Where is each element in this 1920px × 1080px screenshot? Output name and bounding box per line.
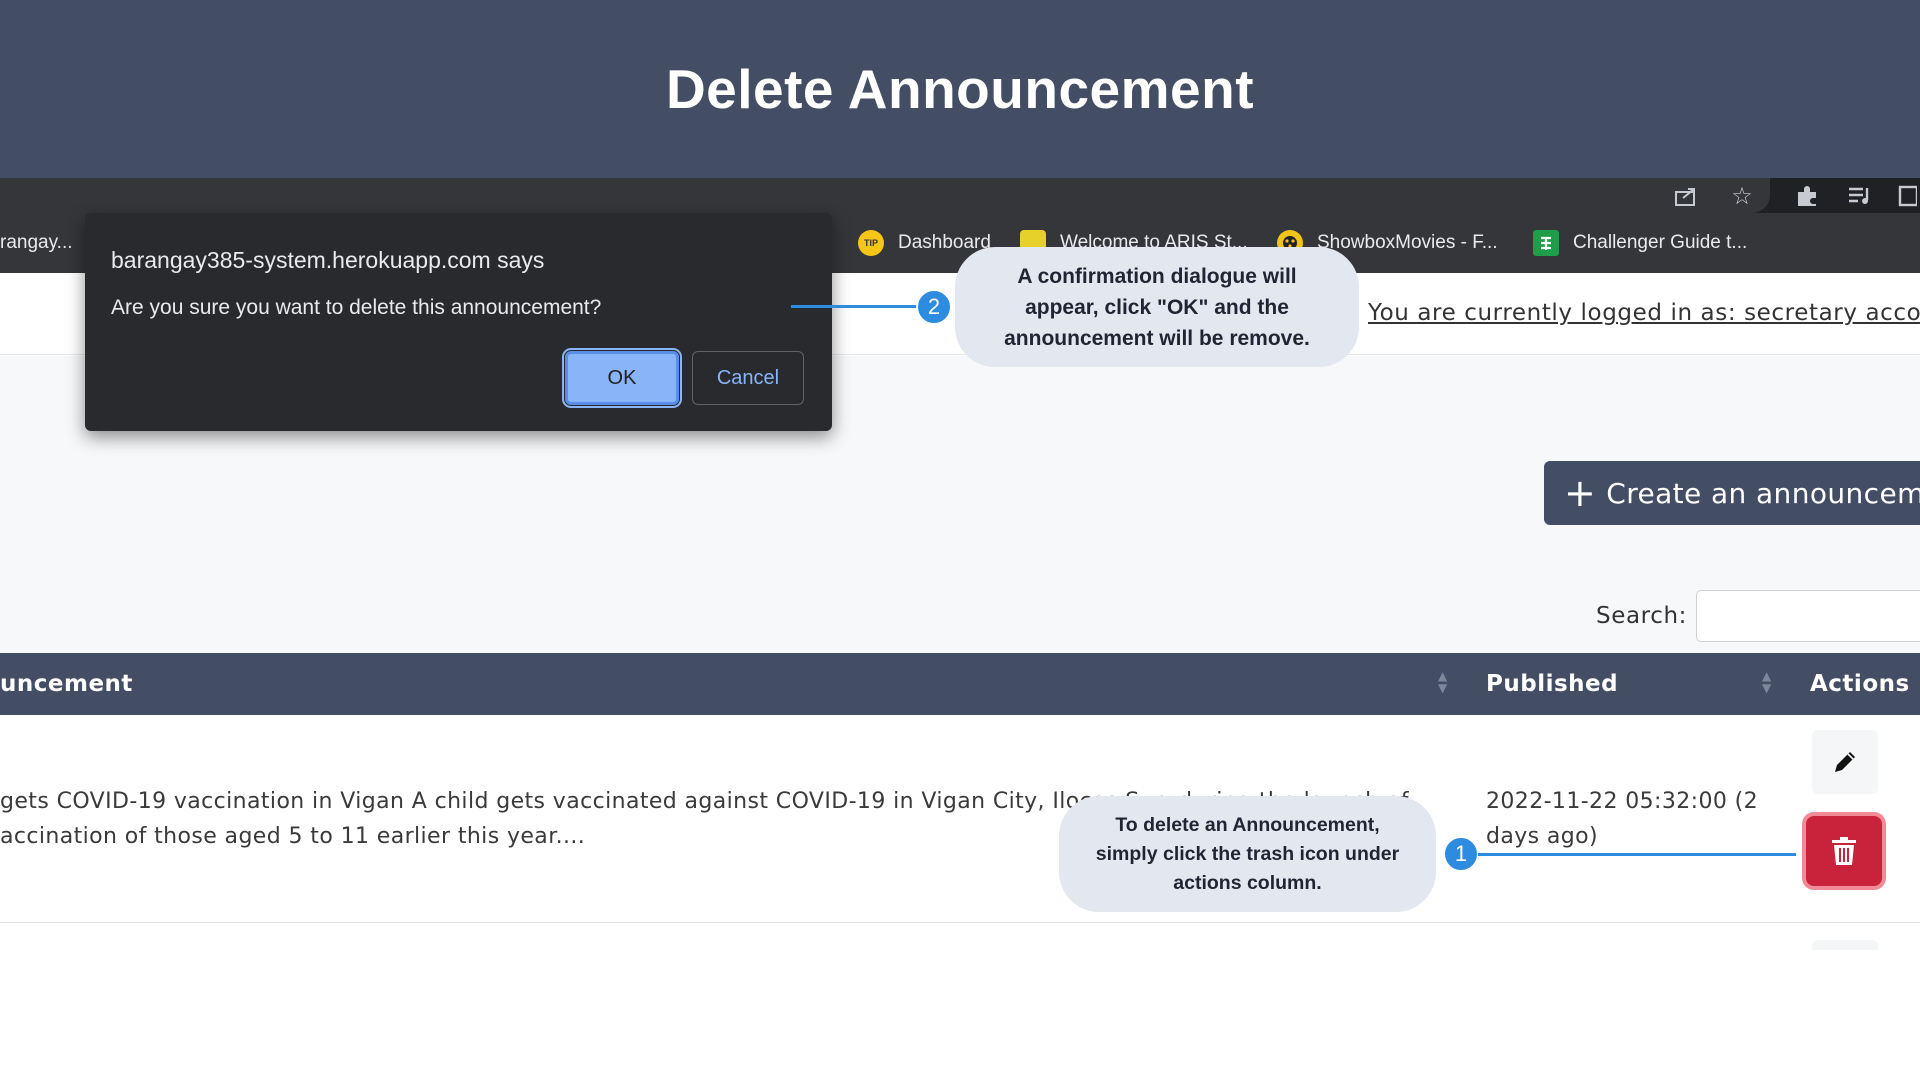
bookmark-star-icon[interactable]: ☆ [1725, 178, 1759, 213]
callout-connector [1478, 853, 1796, 856]
next-row-edit-button[interactable] [1812, 940, 1878, 950]
bookmark-item-challenger[interactable]: Challenger Guide t... [1533, 213, 1747, 273]
step-marker-2: 2 [916, 289, 952, 325]
step-marker-1: 1 [1443, 836, 1479, 872]
sort-icon[interactable]: ▲ ▼ [1762, 670, 1771, 694]
dialog-ok-button[interactable]: OK [562, 348, 682, 408]
dialog-message: Are you sure you want to delete this ann… [111, 296, 602, 319]
announcement-text-line: accination of those aged 5 to 11 earlier… [0, 824, 586, 849]
bookmark-label: Challenger Guide t... [1573, 232, 1748, 253]
pencil-icon [1835, 752, 1855, 772]
bookmark-item[interactable]: rangay... [0, 213, 73, 273]
dialog-title: barangay385-system.herokuapp.com says [111, 247, 545, 273]
dialog-cancel-button[interactable]: Cancel [692, 351, 804, 405]
bookmark-label: ShowboxMovies - F... [1317, 232, 1498, 253]
column-header-published[interactable]: Published [1486, 653, 1618, 715]
plus-icon: + [1564, 471, 1597, 515]
create-announcement-button[interactable]: + Create an announcement [1544, 461, 1920, 525]
share-icon[interactable] [1671, 178, 1705, 213]
bookmark-label: rangay... [0, 232, 73, 253]
banner-title: Delete Announcement [665, 58, 1255, 120]
callout-step-1: To delete an Announcement, simply click … [1059, 796, 1436, 912]
side-panel-icon[interactable] [1893, 178, 1920, 213]
search-label: Search: [1596, 603, 1687, 629]
tip-icon: TIP [858, 230, 884, 256]
logged-in-link[interactable]: You are currently logged in as: secretar… [1368, 300, 1920, 326]
address-bar[interactable] [0, 178, 1770, 213]
tutorial-banner: Delete Announcement [0, 0, 1920, 178]
media-control-icon[interactable] [1843, 178, 1877, 213]
sort-icon[interactable]: ▲ ▼ [1438, 670, 1447, 694]
trash-icon [1832, 837, 1856, 865]
delete-button[interactable] [1806, 816, 1882, 886]
edit-button[interactable] [1812, 730, 1878, 794]
column-header-actions: Actions [1810, 671, 1910, 697]
sheets-icon [1533, 230, 1559, 256]
extensions-icon[interactable] [1790, 178, 1824, 213]
published-relative: days ago) [1486, 824, 1599, 849]
callout-step-2: A confirmation dialogue will appear, cli… [955, 247, 1359, 367]
column-header-announcement[interactable]: uncement [0, 653, 133, 715]
create-button-label: Create an announcement [1606, 476, 1920, 510]
table-header [0, 653, 1920, 715]
published-date: 2022-11-22 05:32:00 (2 [1486, 789, 1759, 814]
callout-connector [791, 305, 921, 308]
search-input[interactable] [1696, 590, 1920, 642]
